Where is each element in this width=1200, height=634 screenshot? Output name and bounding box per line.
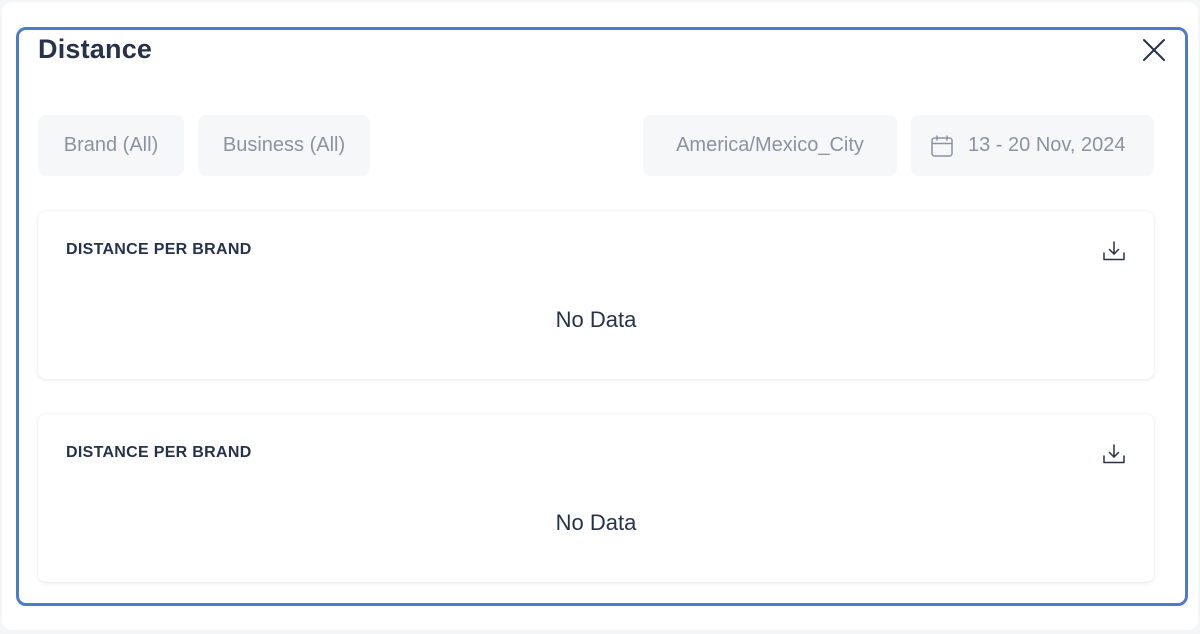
brand-filter-label: Brand (All)	[63, 134, 159, 156]
distance-modal: Distance Brand (All) Business (All) Amer…	[16, 27, 1188, 606]
card-title: DISTANCE PER BRAND	[66, 241, 252, 258]
card-title: DISTANCE PER BRAND	[66, 444, 252, 461]
download-icon	[1103, 241, 1125, 261]
distance-per-brand-card: DISTANCE PER BRAND No Data	[38, 211, 1154, 379]
no-data-text: No Data	[555, 510, 637, 535]
page: Distance Brand (All) Business (All) Amer…	[0, 0, 1200, 634]
download-button[interactable]	[1100, 440, 1128, 468]
modal-title: Distance	[38, 34, 153, 64]
download-button[interactable]	[1100, 237, 1128, 265]
calendar-icon	[931, 134, 953, 157]
date-range-filter[interactable]: 13 - 20 Nov, 2024	[911, 115, 1154, 176]
date-range-label: 13 - 20 Nov, 2024	[968, 134, 1126, 156]
download-icon	[1103, 444, 1125, 464]
brand-filter[interactable]: Brand (All)	[38, 115, 184, 176]
timezone-filter-label: America/Mexico_City	[676, 134, 864, 156]
no-data-text: No Data	[555, 307, 637, 332]
timezone-filter[interactable]: America/Mexico_City	[643, 115, 897, 176]
distance-per-brand-card: DISTANCE PER BRAND No Data	[38, 414, 1154, 582]
business-filter-label: Business (All)	[222, 134, 346, 156]
close-icon	[1143, 39, 1165, 61]
close-button[interactable]	[1138, 34, 1170, 66]
business-filter[interactable]: Business (All)	[198, 115, 370, 176]
